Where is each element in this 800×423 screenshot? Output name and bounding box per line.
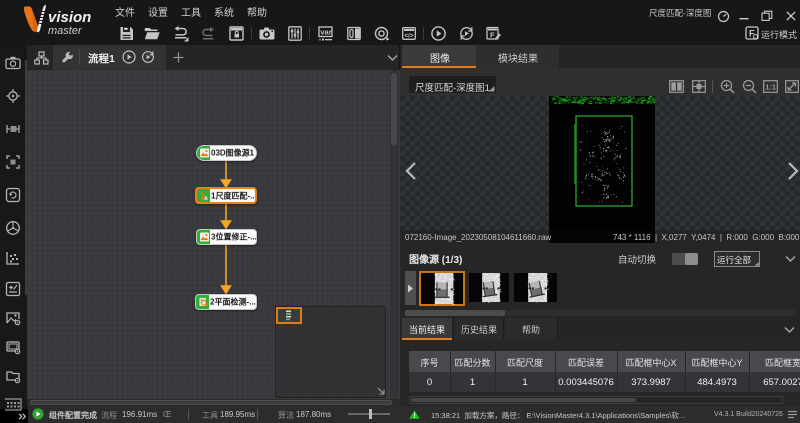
svg-text:F: F xyxy=(490,31,495,40)
svg-text:</>: </> xyxy=(404,32,414,39)
svg-text:master: master xyxy=(48,25,83,37)
svg-text:1:1: 1:1 xyxy=(765,83,776,92)
svg-text:vision: vision xyxy=(48,9,91,26)
svg-text:var: var xyxy=(320,28,331,37)
